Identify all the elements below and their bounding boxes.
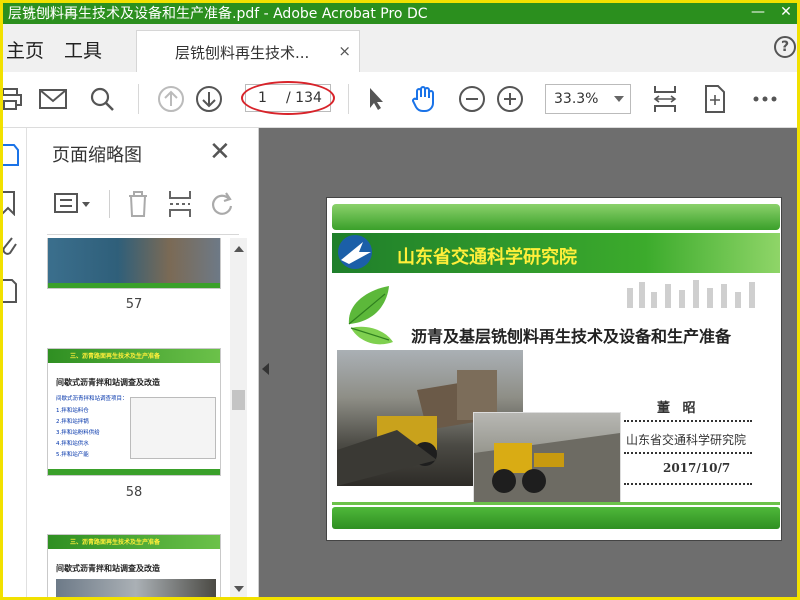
- screenshot-frame: [0, 0, 800, 600]
